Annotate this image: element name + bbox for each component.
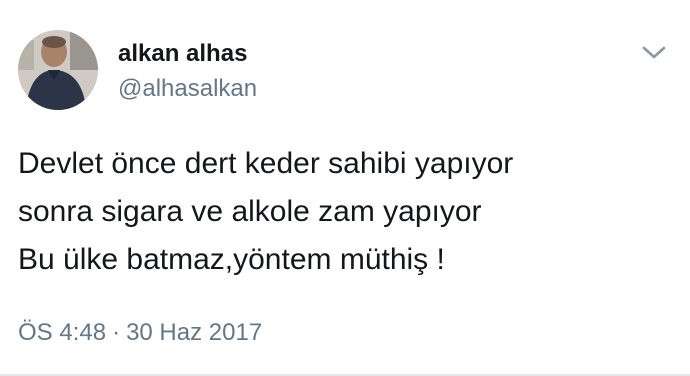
tweet-text-line: Devlet önce dert keder sahibi yapıyor [18, 147, 514, 180]
tweet-timestamp[interactable]: ÖS 4:48 · 30 Haz 2017 [18, 318, 262, 348]
timestamp-separator: · [112, 319, 121, 346]
author-handle[interactable]: @alhasalkan [118, 75, 257, 103]
avatar-photo-icon [18, 30, 98, 110]
tweet-time[interactable]: ÖS 4:48 [18, 319, 106, 346]
author-display-name[interactable]: alkan alhas [118, 40, 247, 68]
tweet-text-line: sonra sigara ve alkole zam yapıyor [18, 195, 482, 228]
tweet-text: Devlet önce dert keder sahibi yapıyor so… [18, 140, 678, 284]
tweet-text-line: Bu ülke batmaz,yöntem müthiş ! [18, 243, 445, 276]
tweet-date[interactable]: 30 Haz 2017 [126, 319, 262, 346]
chevron-down-icon[interactable] [638, 40, 670, 64]
tweet-card: alkan alhas @alhasalkan Devlet önce dert… [0, 0, 690, 376]
avatar[interactable] [18, 30, 98, 110]
